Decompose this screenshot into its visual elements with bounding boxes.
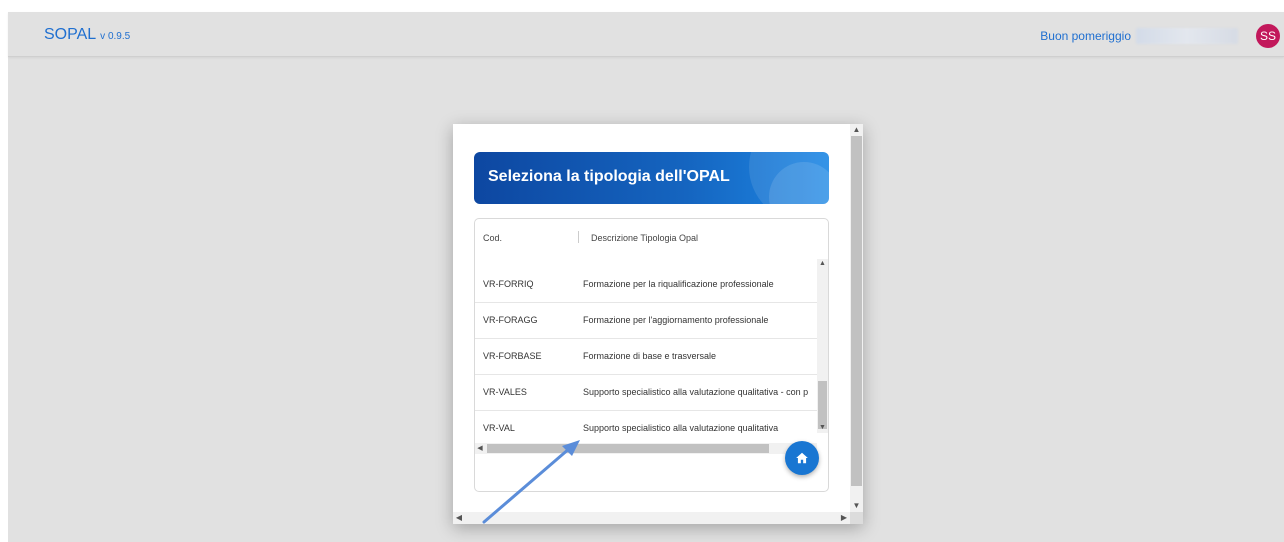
cell-cod: VR-FORAGG — [483, 315, 538, 325]
top-bar: SOPAL v 0.9.5 Buon pomeriggio SS — [8, 12, 1284, 57]
table-body: VR-FORRIQ Formazione per la riqualificaz… — [475, 259, 817, 443]
cell-desc: Formazione per la riqualificazione profe… — [583, 279, 774, 289]
greeting-text: Buon pomeriggio — [1040, 29, 1131, 43]
scrollbar-thumb[interactable] — [851, 136, 862, 486]
scroll-up-icon[interactable]: ▲ — [817, 259, 828, 269]
scroll-up-icon[interactable]: ▲ — [850, 124, 863, 136]
cell-desc: Formazione di base e trasversale — [583, 351, 717, 361]
table-row[interactable]: VR-VAL Supporto specialistico alla valut… — [475, 411, 817, 443]
column-separator[interactable] — [578, 231, 579, 243]
cell-desc: Supporto specialistico alla valutazione … — [583, 387, 809, 397]
user-name-redacted — [1136, 28, 1238, 44]
app-version: v 0.9.5 — [100, 31, 131, 42]
user-avatar[interactable]: SS — [1256, 24, 1280, 48]
scroll-right-icon[interactable]: ▶ — [838, 512, 850, 524]
cell-desc: Formazione per l'aggiornamento professio… — [583, 315, 769, 325]
dialog-vertical-scrollbar[interactable]: ▲ ▼ — [850, 124, 863, 512]
cell-cod: VR-VAL — [483, 423, 515, 433]
table-horizontal-scrollbar[interactable]: ◀ — [475, 443, 817, 454]
table-row[interactable]: VR-FORRIQ Formazione per la riqualificaz… — [475, 267, 817, 303]
scroll-left-icon[interactable]: ◀ — [453, 512, 465, 524]
tipologia-table: Cod. Descrizione Tipologia Opal VR-FORRI… — [474, 218, 829, 492]
cell-desc: Supporto specialistico alla valutazione … — [583, 423, 779, 433]
dialog-banner: Seleziona la tipologia dell'OPAL — [474, 152, 829, 204]
column-header-cod[interactable]: Cod. — [483, 233, 502, 243]
column-header-descrizione[interactable]: Descrizione Tipologia Opal — [591, 233, 698, 243]
dialog-horizontal-scrollbar[interactable]: ◀ ▶ — [453, 512, 850, 524]
cell-cod: VR-VALES — [483, 387, 527, 397]
app-brand[interactable]: SOPAL v 0.9.5 — [44, 26, 130, 44]
scrollbar-corner — [850, 512, 863, 524]
cell-cod: VR-FORBASE — [483, 351, 542, 361]
table-row[interactable]: VR-FORBASE Formazione di base e trasvers… — [475, 339, 817, 375]
tipologia-dialog: Seleziona la tipologia dell'OPAL Cod. De… — [453, 124, 863, 524]
table-row[interactable]: VR-FORAGG Formazione per l'aggiornamento… — [475, 303, 817, 339]
app-name: SOPAL — [44, 26, 97, 43]
home-button[interactable] — [785, 441, 819, 475]
scroll-down-icon[interactable]: ▼ — [850, 500, 863, 512]
cell-cod: VR-FORRIQ — [483, 279, 534, 289]
scrollbar-thumb[interactable] — [818, 381, 827, 429]
scrollbar-thumb[interactable] — [487, 444, 769, 453]
dialog-title: Seleziona la tipologia dell'OPAL — [488, 168, 730, 185]
scroll-left-icon[interactable]: ◀ — [475, 443, 485, 454]
table-row[interactable]: VR-VALES Supporto specialistico alla val… — [475, 375, 817, 411]
scroll-down-icon[interactable]: ▼ — [817, 423, 828, 433]
home-icon — [796, 452, 808, 464]
table-header: Cod. Descrizione Tipologia Opal — [475, 219, 828, 257]
table-vertical-scrollbar[interactable]: ▲ ▼ — [817, 259, 828, 433]
